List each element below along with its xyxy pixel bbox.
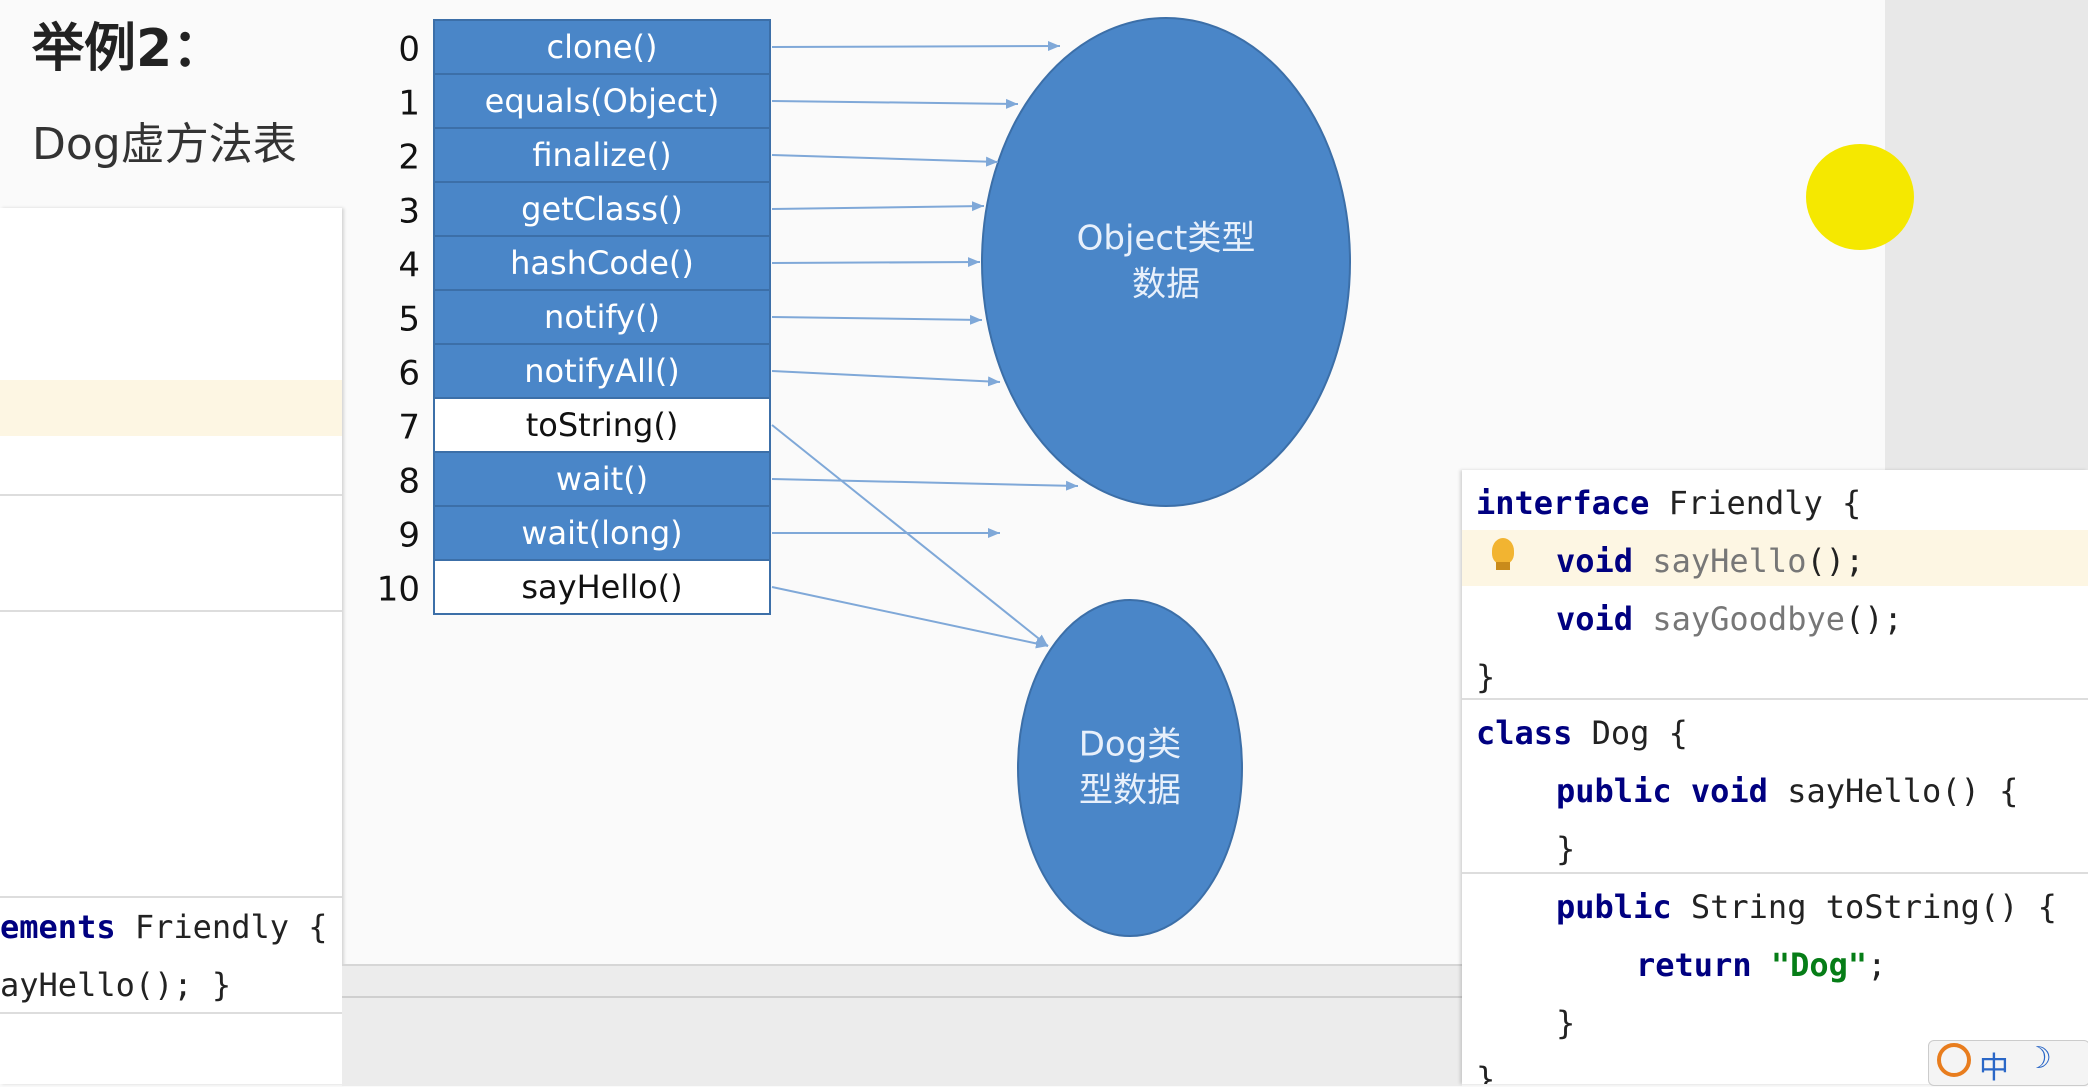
- lightbulb-icon-base: [1496, 562, 1510, 570]
- vtable-arrow: [771, 257, 981, 268]
- vtable-method-label: wait(long): [521, 514, 682, 552]
- vtable-method-label: sayHello(): [521, 568, 682, 606]
- vtable-index: 1: [398, 84, 420, 124]
- divider: [1462, 698, 2088, 700]
- vtable-arrow: [771, 41, 1061, 52]
- vtable-index: 5: [398, 300, 420, 340]
- code-line[interactable]: }: [1556, 1004, 1575, 1042]
- vtable-method-label: clone(): [547, 28, 658, 66]
- divider: [1462, 872, 2088, 874]
- vtable-method-label: hashCode(): [510, 244, 694, 282]
- vtable-method-label: equals(Object): [485, 82, 720, 120]
- vtable-method-label: notifyAll(): [524, 352, 680, 390]
- object-node-label: Object类型: [1077, 219, 1256, 259]
- vtable-method-label: notify(): [544, 298, 660, 336]
- code-line[interactable]: }: [1556, 830, 1575, 868]
- vtable-arrow: [771, 424, 1049, 647]
- vtable-index: 10: [377, 570, 420, 610]
- ime-logo-icon: [1937, 1043, 1971, 1077]
- vtable-arrow: [771, 314, 983, 325]
- vtable-arrow: [771, 154, 999, 167]
- vtable-method-label: finalize(): [532, 136, 671, 174]
- vtable-index: 3: [398, 192, 420, 232]
- code-line[interactable]: }: [1476, 658, 1495, 696]
- vtable-index: 4: [398, 246, 420, 286]
- vtable-method-label: getClass(): [521, 190, 683, 228]
- code-line[interactable]: public void sayHello() {: [1556, 772, 2018, 810]
- dog-node-label: 型数据: [1079, 771, 1181, 811]
- vtable-arrow: [771, 586, 1049, 649]
- moon-icon: ☽: [2025, 1041, 2052, 1076]
- vtable-index: 6: [398, 354, 420, 394]
- code-line[interactable]: interface Friendly {: [1476, 484, 1861, 522]
- lightbulb-icon[interactable]: [1492, 538, 1514, 564]
- code-line[interactable]: }: [1476, 1060, 1495, 1084]
- vtable-arrow: [771, 370, 1001, 387]
- vtable-index: 2: [398, 138, 420, 178]
- vtable-index: 7: [398, 408, 420, 448]
- vtable-index: 9: [398, 516, 420, 556]
- vtable-arrow: [771, 201, 985, 212]
- dog-type-node: [1017, 599, 1243, 937]
- code-line[interactable]: void sayGoodbye();: [1556, 600, 1903, 638]
- code-line[interactable]: public String toString() {: [1556, 888, 2057, 926]
- source-code-panel: interface Friendly { void sayHello(); vo…: [1462, 470, 2088, 1084]
- ime-toolbar[interactable]: 中 ☽: [1928, 1040, 2088, 1086]
- vtable-method-label: toString(): [526, 406, 679, 444]
- code-line[interactable]: class Dog {: [1476, 714, 1688, 752]
- vtable-arrow: [771, 98, 1019, 109]
- code-line[interactable]: void sayHello();: [1556, 542, 1864, 580]
- object-node-label: 数据: [1132, 265, 1200, 305]
- object-type-node: [981, 17, 1351, 507]
- dog-node-label: Dog类: [1079, 725, 1182, 765]
- vtable-arrow: [771, 478, 1079, 491]
- vtable-method-label: wait(): [556, 460, 648, 498]
- vtable-index: 0: [398, 30, 420, 70]
- vtable-index: 8: [398, 462, 420, 502]
- code-line[interactable]: return "Dog";: [1636, 946, 1886, 984]
- ime-mode-label: 中: [1979, 1051, 2009, 1086]
